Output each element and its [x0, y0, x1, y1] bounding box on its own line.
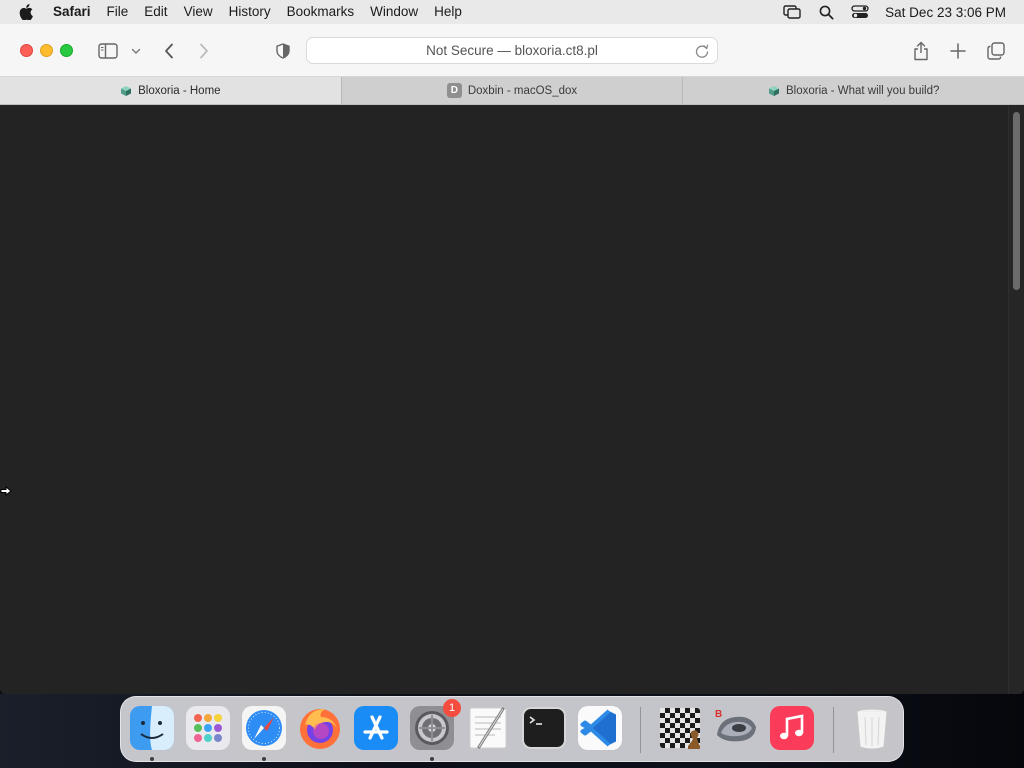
dock-trash-icon[interactable] — [849, 705, 895, 751]
running-indicator — [430, 757, 434, 761]
tab-overview-icon[interactable] — [985, 38, 1007, 64]
doxbin-favicon-icon: D — [446, 83, 462, 98]
safari-window: Not Secure — bloxoria.ct8.pl Bloxoria - … — [0, 24, 1024, 694]
running-indicator — [262, 757, 266, 761]
forward-button[interactable] — [194, 38, 214, 64]
dock-system-settings-icon[interactable]: 1 — [409, 699, 461, 751]
menu-view[interactable]: View — [176, 0, 221, 24]
dock-music-icon[interactable] — [769, 705, 815, 751]
dock-app-store-icon[interactable] — [353, 705, 399, 751]
address-bar[interactable]: Not Secure — bloxoria.ct8.pl — [306, 37, 718, 64]
tab-bloxoria-home[interactable]: Bloxoria - Home — [0, 77, 342, 104]
web-content-area[interactable] — [0, 106, 1024, 694]
back-button[interactable] — [159, 38, 179, 64]
menu-window[interactable]: Window — [362, 0, 426, 24]
tab-bloxoria-build[interactable]: Bloxoria - What will you build? — [683, 77, 1024, 104]
running-indicator — [150, 757, 154, 761]
notification-badge: 1 — [443, 699, 461, 717]
dock-finder-icon[interactable] — [129, 705, 175, 751]
dock-launchpad-icon[interactable] — [185, 705, 231, 751]
window-close-button[interactable] — [20, 44, 33, 57]
share-icon[interactable] — [910, 38, 932, 64]
tab-doxbin[interactable]: D Doxbin - macOS_dox — [342, 77, 684, 104]
screen-mirroring-icon[interactable] — [775, 0, 809, 24]
bloxoria-favicon-icon — [121, 85, 132, 96]
menu-bookmarks[interactable]: Bookmarks — [279, 0, 363, 24]
reload-icon[interactable] — [693, 42, 711, 60]
apple-menu-icon[interactable] — [9, 0, 43, 24]
dock-vscode-icon[interactable] — [577, 705, 623, 751]
dock-terminal-icon[interactable] — [521, 705, 567, 751]
dock-separator — [833, 707, 834, 753]
address-text: Not Secure — bloxoria.ct8.pl — [426, 43, 598, 58]
dock-roblox-studio-icon[interactable]: B — [713, 705, 759, 751]
dock-firefox-icon[interactable] — [297, 705, 343, 751]
new-tab-icon[interactable] — [947, 38, 969, 64]
sidebar-toggle-icon[interactable] — [96, 38, 120, 64]
menu-bar: Safari File Edit View History Bookmarks … — [0, 0, 1024, 24]
control-center-icon[interactable] — [843, 0, 877, 24]
window-minimize-button[interactable] — [40, 44, 53, 57]
bloxoria-favicon-icon — [768, 85, 779, 96]
safari-toolbar: Not Secure — bloxoria.ct8.pl — [0, 24, 1024, 77]
dock-textedit-icon[interactable] — [465, 705, 511, 751]
menu-help[interactable]: Help — [426, 0, 470, 24]
privacy-shield-icon[interactable] — [273, 38, 293, 64]
window-zoom-button[interactable] — [60, 44, 73, 57]
vertical-scrollbar[interactable] — [1008, 106, 1024, 694]
tab-label: Doxbin - macOS_dox — [467, 84, 578, 97]
dock-separator — [640, 707, 641, 753]
dock-chess-icon[interactable] — [657, 705, 703, 751]
menu-app-safari[interactable]: Safari — [43, 0, 99, 24]
menu-history[interactable]: History — [221, 0, 279, 24]
tab-label: Bloxoria - What will you build? — [785, 84, 940, 97]
menu-file[interactable]: File — [99, 0, 137, 24]
menu-bar-clock[interactable]: Sat Dec 23 3:06 PM — [877, 5, 1024, 20]
dock: 1 B — [120, 696, 904, 762]
scrollbar-thumb[interactable] — [1013, 112, 1020, 290]
search-icon[interactable] — [809, 0, 843, 24]
menu-bar-status-area: Sat Dec 23 3:06 PM — [775, 0, 1024, 24]
resize-cursor-icon — [0, 485, 12, 497]
menu-edit[interactable]: Edit — [136, 0, 175, 24]
tab-bar: Bloxoria - Home D Doxbin - macOS_dox Blo… — [0, 77, 1024, 105]
svg-text:B: B — [715, 709, 722, 720]
tab-label: Bloxoria - Home — [138, 84, 221, 97]
dock-safari-icon[interactable] — [241, 705, 287, 751]
chevron-down-icon[interactable] — [129, 38, 143, 64]
